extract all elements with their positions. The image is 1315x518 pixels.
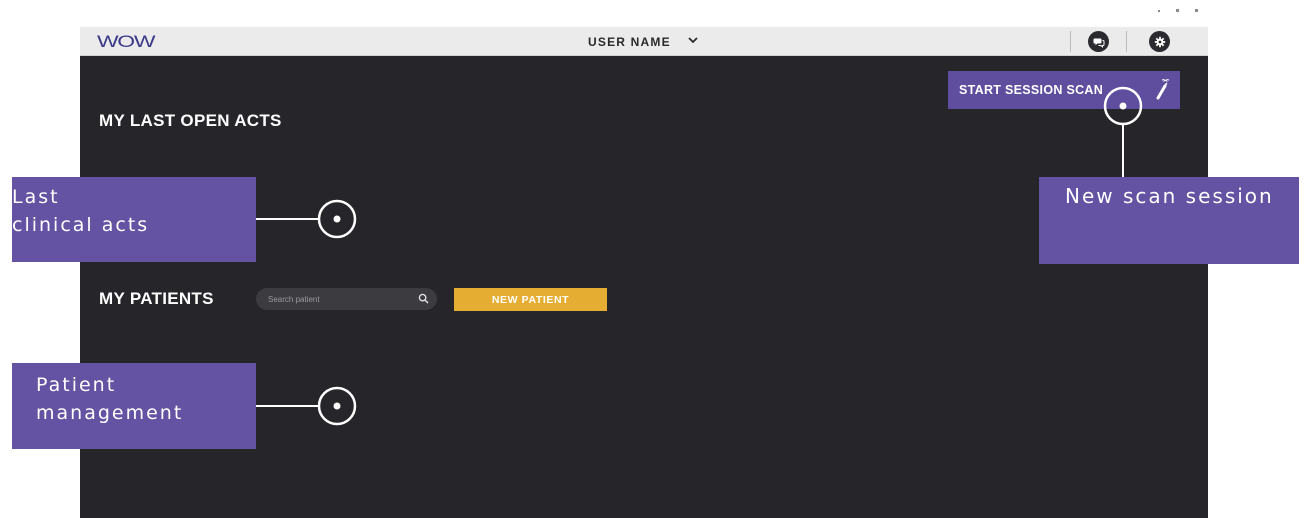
callout-line: Last — [12, 186, 60, 208]
new-patient-button[interactable]: NEW PATIENT — [454, 288, 607, 311]
search-icon[interactable] — [418, 293, 429, 304]
top-bar: WOW USER NAME — [80, 27, 1208, 56]
chat-icon[interactable] — [1088, 31, 1109, 52]
app-logo: WOW — [97, 32, 156, 51]
window-control-dot[interactable] — [1195, 9, 1198, 12]
callout-line: New scan session — [1065, 184, 1274, 208]
start-session-scan-label: START SESSION SCAN — [959, 83, 1104, 97]
window-control-dot[interactable] — [1158, 9, 1160, 12]
search-input[interactable] — [256, 288, 418, 310]
chevron-down-icon — [687, 33, 699, 51]
window-control-dot[interactable] — [1176, 9, 1179, 12]
callout-line: management — [36, 402, 184, 424]
divider — [1126, 31, 1127, 52]
my-patients-title: MY PATIENTS — [99, 289, 214, 308]
last-open-acts-title: MY LAST OPEN ACTS — [99, 111, 282, 130]
user-menu[interactable]: USER NAME — [588, 33, 699, 51]
callout-line: Patient — [36, 374, 117, 396]
search-patient-field[interactable] — [256, 288, 437, 310]
callout-new-scan-session: New scan session — [1039, 177, 1299, 264]
divider — [1070, 31, 1071, 52]
callout-line: clinical acts — [12, 214, 150, 236]
gear-icon[interactable] — [1149, 31, 1170, 52]
window-controls — [1158, 9, 1198, 12]
scanner-icon — [1156, 79, 1170, 100]
callout-last-clinical-acts: Last clinical acts — [12, 177, 256, 262]
start-session-scan-button[interactable]: START SESSION SCAN — [948, 71, 1180, 109]
user-name-label: USER NAME — [588, 35, 671, 49]
callout-patient-management: Patient management — [12, 363, 256, 449]
